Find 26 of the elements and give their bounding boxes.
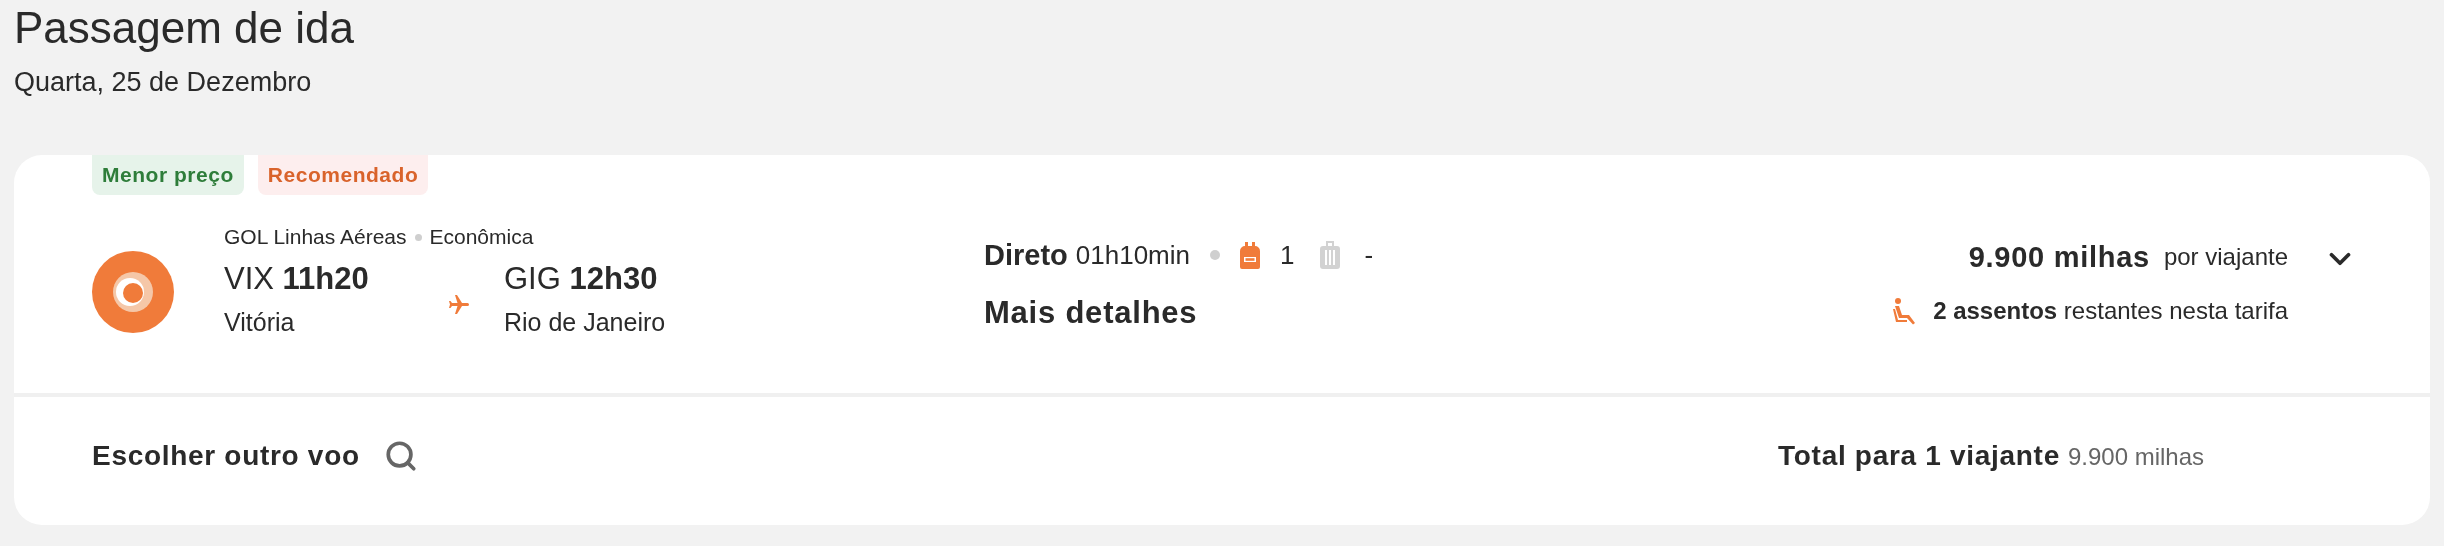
- flag-badge: Recomendado: [257, 155, 429, 195]
- backpack-icon: [1240, 241, 1260, 269]
- cabin-class: Econômica: [429, 224, 534, 250]
- page-date: Quarta, 25 de Dezembro: [14, 66, 313, 99]
- airline-name: GOL Linhas Aéreas: [224, 224, 407, 250]
- arrival-city: Rio de Janeiro: [504, 307, 666, 338]
- choose-other-flight-button[interactable]: Escolher outro voo: [92, 435, 418, 477]
- arrival-time: GIG 12h30: [504, 260, 659, 298]
- departure-city: Vitória: [224, 307, 296, 338]
- flight-duration: 01h10min: [1075, 239, 1190, 272]
- price-per-traveler: 9.900 milhas: [1968, 240, 2150, 275]
- airline-logo-icon: [92, 251, 174, 333]
- search-icon: [383, 439, 418, 473]
- price-unit: por viajante: [2163, 242, 2288, 272]
- flag-badge: Menor preço: [92, 155, 244, 195]
- details-link[interactable]: Mais detalhes: [984, 293, 1584, 333]
- page-title: Passagem de ida: [14, 2, 355, 54]
- departure-time: VIX 11h20: [224, 260, 370, 298]
- total-value: 9.900 milhas: [2067, 442, 2204, 472]
- stops-label: Direto: [984, 238, 1068, 273]
- airplane-icon: [446, 293, 472, 317]
- total-label: Total para 1 viajante: [1778, 439, 2060, 473]
- seats-remaining: 2 assentos restantes nesta tarifa: [1933, 296, 2288, 326]
- checked-bag-count: -: [1364, 239, 1374, 272]
- carry-on-count: 1: [1280, 239, 1295, 272]
- suitcase-icon: [1320, 241, 1341, 269]
